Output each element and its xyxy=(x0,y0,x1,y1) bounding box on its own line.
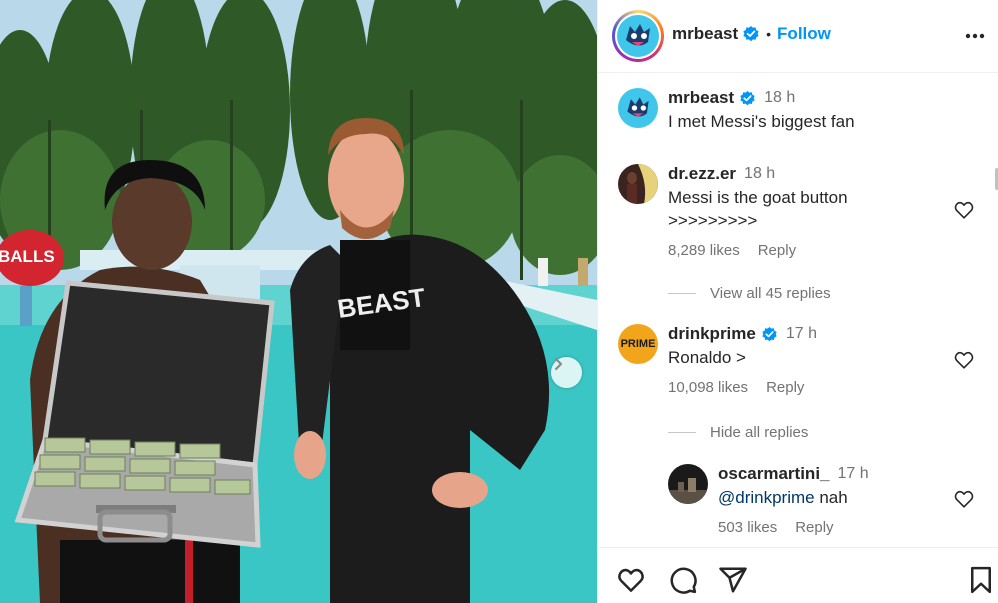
comment-time: 17 h xyxy=(785,325,817,342)
post-panel: mrbeast • Follow mrbeast 18 h I met Mess… xyxy=(597,0,998,603)
author-avatar[interactable] xyxy=(612,10,664,62)
post-header: mrbeast • Follow xyxy=(598,0,998,73)
comment-item: dr.ezz.er 18 h Messi is the goat button … xyxy=(618,164,848,259)
comment-likes[interactable]: 8,289 likes xyxy=(668,242,740,259)
comment-text-line1: Messi is the goat button xyxy=(668,188,848,207)
reply-mention-link[interactable]: @drinkprime xyxy=(718,488,815,507)
heart-icon[interactable] xyxy=(953,349,975,371)
heart-icon[interactable] xyxy=(953,488,975,510)
next-photo-button[interactable] xyxy=(551,357,582,388)
reply-likes[interactable]: 503 likes xyxy=(718,519,777,536)
reply-text: nah xyxy=(814,488,848,507)
comment-item: PRIME drinkprime 17 h Ronaldo > 10,098 l… xyxy=(618,324,817,396)
action-bar xyxy=(598,547,998,603)
chevron-right-icon xyxy=(554,357,563,371)
follow-button[interactable]: Follow xyxy=(777,24,831,44)
view-replies-label: View all 45 replies xyxy=(710,285,831,302)
author-username[interactable]: mrbeast xyxy=(672,24,738,44)
comment-icon[interactable] xyxy=(668,565,698,595)
hide-replies-button[interactable]: Hide all replies xyxy=(668,424,808,441)
header-user-row: mrbeast • Follow xyxy=(672,24,831,44)
comment-reply-button[interactable]: Reply xyxy=(766,379,804,396)
caption-time: 18 h xyxy=(764,89,796,106)
verified-badge-icon xyxy=(740,90,755,105)
more-options-button[interactable] xyxy=(963,24,987,48)
reply-username[interactable]: oscarmartini_ xyxy=(718,464,830,484)
mrbeast-logo-icon xyxy=(617,15,659,57)
commenter-avatar[interactable]: PRIME xyxy=(618,324,658,364)
commenter-avatar[interactable] xyxy=(618,164,658,204)
caption-text: I met Messi's biggest fan xyxy=(668,112,855,131)
user-photo-icon xyxy=(668,464,708,504)
mrbeast-logo-icon xyxy=(627,97,649,117)
reply-time: 17 h xyxy=(837,465,869,482)
separator-dot: • xyxy=(766,26,772,42)
verified-badge-icon xyxy=(743,26,759,42)
caption-username[interactable]: mrbeast xyxy=(668,88,734,108)
view-replies-button[interactable]: View all 45 replies xyxy=(668,285,831,302)
user-photo-icon xyxy=(618,164,658,204)
post-caption: mrbeast 18 h I met Messi's biggest fan xyxy=(618,88,855,133)
comment-username[interactable]: dr.ezz.er xyxy=(668,164,736,184)
heart-icon[interactable] xyxy=(616,565,646,595)
verified-badge-icon xyxy=(762,326,777,341)
reply-reply-button[interactable]: Reply xyxy=(795,519,833,536)
comments-list[interactable]: mrbeast 18 h I met Messi's biggest fan d… xyxy=(598,74,998,546)
post-photo[interactable]: BALLS BEAST xyxy=(0,0,597,603)
comment-username[interactable]: drinkprime xyxy=(668,324,756,344)
mrbeast-avatar[interactable] xyxy=(618,88,658,128)
post-photo-illustration: BALLS BEAST xyxy=(0,0,597,603)
reply-text-row: @drinkprime nah xyxy=(718,486,869,509)
prime-logo-icon: PRIME xyxy=(620,338,656,350)
reply-item: oscarmartini_ 17 h @drinkprime nah 503 l… xyxy=(668,464,869,536)
reply-avatar[interactable] xyxy=(668,464,708,504)
ball-text: BALLS xyxy=(0,247,55,266)
comment-time: 18 h xyxy=(744,165,776,182)
comment-text: Ronaldo > xyxy=(668,348,746,367)
heart-icon[interactable] xyxy=(953,199,975,221)
more-options-icon xyxy=(965,33,985,39)
bookmark-icon[interactable] xyxy=(966,565,996,595)
share-icon[interactable] xyxy=(718,565,748,595)
comment-likes[interactable]: 10,098 likes xyxy=(668,379,748,396)
comment-reply-button[interactable]: Reply xyxy=(758,242,796,259)
comment-text-line2: >>>>>>>>> xyxy=(668,211,758,230)
hide-replies-label: Hide all replies xyxy=(710,424,809,441)
